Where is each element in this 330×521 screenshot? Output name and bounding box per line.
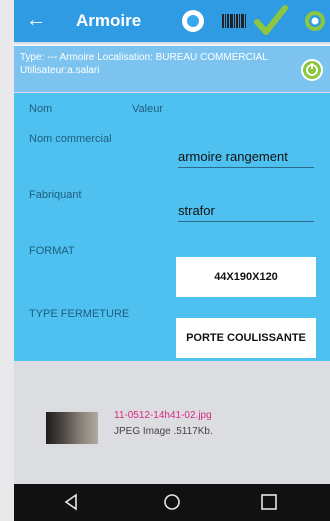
attachment-filename[interactable]: 11-0512-14h41-02.jpg xyxy=(114,410,212,421)
attachment-meta: JPEG Image .5117Kb. xyxy=(114,426,213,437)
app-screen: ← Armoire Type: --- Armoire Localisation… xyxy=(14,0,330,521)
column-header-value: Valeur xyxy=(132,103,163,115)
info-bar: Type: --- Armoire Localisation: BUREAU C… xyxy=(14,44,330,92)
attachment-item[interactable]: 11-0512-14h41-02.jpg JPEG Image .5117Kb. xyxy=(14,380,330,470)
checkmark-icon[interactable] xyxy=(254,4,288,38)
attachment-thumbnail[interactable] xyxy=(46,412,98,444)
info-text: Type: --- Armoire Localisation: BUREAU C… xyxy=(20,52,268,76)
recents-square-icon[interactable] xyxy=(260,493,278,511)
home-circle-icon[interactable] xyxy=(163,493,181,511)
label-type-fermeture: TYPE FERMETURE xyxy=(29,308,130,320)
lifebuoy-icon[interactable] xyxy=(304,10,326,32)
system-nav-bar xyxy=(14,484,330,521)
column-header-name: Nom xyxy=(29,103,53,115)
nom-commercial-field[interactable]: armoire rangement xyxy=(178,149,314,168)
compass-icon[interactable] xyxy=(182,10,204,32)
barcode-icon[interactable] xyxy=(222,14,246,28)
app-bar: ← Armoire xyxy=(14,0,330,42)
label-fabriquant: Fabriquant xyxy=(29,189,82,201)
arrow-left-icon[interactable]: ← xyxy=(26,9,46,31)
property-form: Nom Valeur Nom commercial armoire rangem… xyxy=(14,93,330,361)
label-nom-commercial: Nom commercial xyxy=(29,133,112,145)
fabriquant-field[interactable]: strafor xyxy=(178,203,314,222)
page-title: Armoire xyxy=(76,11,142,30)
type-fermeture-field[interactable]: PORTE COULISSANTE xyxy=(176,318,316,358)
back-triangle-icon[interactable] xyxy=(62,493,80,511)
label-format: FORMAT xyxy=(29,245,75,257)
refresh-icon[interactable] xyxy=(300,58,324,82)
format-field[interactable]: 44X190X120 xyxy=(176,257,316,297)
